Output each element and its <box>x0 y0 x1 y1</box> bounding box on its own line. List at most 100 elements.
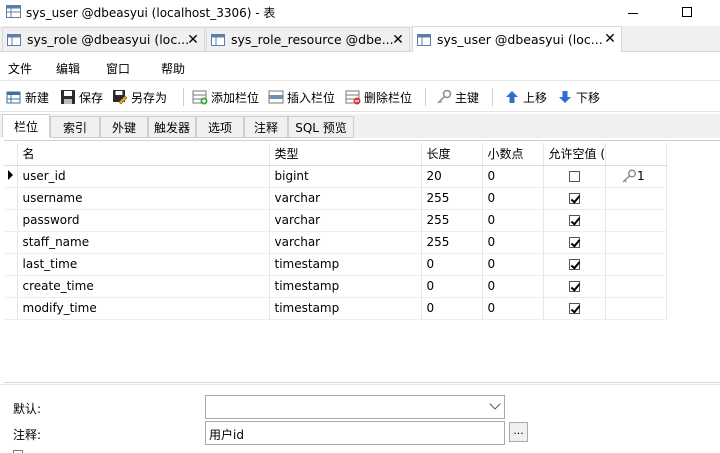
table-header-row: 名 类型 长度 小数点 允许空值 ( <box>4 143 667 166</box>
new-button[interactable]: 新建 <box>6 86 49 108</box>
current-row-arrow-icon <box>7 170 13 180</box>
field-length-cell[interactable]: 0 <box>421 253 483 276</box>
nullable-checkbox[interactable] <box>568 237 580 248</box>
field-decimals-cell[interactable]: 0 <box>482 253 544 276</box>
field-nullable-cell[interactable] <box>543 165 606 188</box>
chevron-down-icon[interactable] <box>489 398 501 410</box>
move-up-button[interactable]: 上移 <box>504 86 547 108</box>
tab-sql-preview[interactable]: SQL 预览 <box>288 116 354 138</box>
close-icon[interactable]: ✕ <box>603 31 617 47</box>
table-row[interactable]: user_id bigint 20 0 1 <box>4 165 667 188</box>
tab-triggers[interactable]: 触发器 <box>148 116 196 138</box>
table-icon <box>7 33 21 46</box>
toolbar-separator <box>183 88 184 106</box>
field-decimals-cell[interactable]: 0 <box>482 187 544 210</box>
field-length-cell[interactable]: 20 <box>421 165 483 188</box>
maximize-button[interactable] <box>664 0 710 24</box>
save-as-button[interactable]: 另存为 <box>112 86 167 108</box>
delete-field-button[interactable]: 删除栏位 <box>345 86 412 108</box>
table-row[interactable]: modify_time timestamp 0 0 <box>4 297 667 320</box>
field-type-cell[interactable]: timestamp <box>269 253 422 276</box>
column-header-decimals[interactable]: 小数点 <box>482 143 544 166</box>
field-type-cell[interactable]: timestamp <box>269 275 422 298</box>
field-length-cell[interactable]: 0 <box>421 297 483 320</box>
field-nullable-cell[interactable] <box>543 297 606 320</box>
menu-file[interactable]: 文件 <box>8 60 32 77</box>
save-label: 保存 <box>79 90 104 105</box>
field-decimals-cell[interactable]: 0 <box>482 297 544 320</box>
comment-browse-button[interactable]: ... <box>509 422 528 442</box>
row-marker <box>4 209 18 232</box>
field-length-cell[interactable]: 0 <box>421 275 483 298</box>
field-nullable-cell[interactable] <box>543 231 606 254</box>
tab-comment[interactable]: 注释 <box>244 116 288 138</box>
tab-sys-role-resource[interactable]: sys_role_resource @dbe... ✕ <box>206 27 410 51</box>
table-row[interactable]: username varchar 255 0 <box>4 187 667 210</box>
field-type-cell[interactable]: varchar <box>269 187 422 210</box>
field-decimals-cell[interactable]: 0 <box>482 231 544 254</box>
insert-field-button[interactable]: 插入栏位 <box>268 86 335 108</box>
column-header-length[interactable]: 长度 <box>421 143 483 166</box>
arrow-down-icon <box>559 91 571 103</box>
comment-input[interactable]: 用户id <box>205 421 505 445</box>
nullable-checkbox[interactable] <box>568 281 580 292</box>
field-name-cell[interactable]: password <box>17 209 270 232</box>
tab-sys-user[interactable]: sys_user @dbeasyui (loc... ✕ <box>412 26 622 52</box>
minimize-button[interactable] <box>610 0 656 24</box>
table-row[interactable]: last_time timestamp 0 0 <box>4 253 667 276</box>
default-value-select[interactable] <box>205 395 505 419</box>
field-nullable-cell[interactable] <box>543 253 606 276</box>
tab-label: sys_role_resource @dbe... <box>231 32 394 47</box>
tab-sys-role[interactable]: sys_role @dbeasyui (loc... ✕ <box>2 27 205 51</box>
menu-edit[interactable]: 编辑 <box>56 60 80 77</box>
menu-help[interactable]: 帮助 <box>161 60 185 77</box>
table-row[interactable]: password varchar 255 0 <box>4 209 667 232</box>
field-decimals-cell[interactable]: 0 <box>482 275 544 298</box>
fields-grid: 名 类型 长度 小数点 允许空值 ( user_id bigint 20 0 1 <box>4 140 720 383</box>
column-header-nullable[interactable]: 允许空值 ( <box>543 143 606 166</box>
tab-label: sys_user @dbeasyui (loc... <box>437 32 603 47</box>
nullable-checkbox[interactable] <box>568 215 580 226</box>
field-name-cell[interactable]: username <box>17 187 270 210</box>
field-type-cell[interactable]: bigint <box>269 165 422 188</box>
save-button[interactable]: 保存 <box>60 86 103 108</box>
nullable-checkbox[interactable] <box>568 303 580 314</box>
table-row[interactable]: staff_name varchar 255 0 <box>4 231 667 254</box>
field-type-cell[interactable]: varchar <box>269 231 422 254</box>
field-name-cell[interactable]: modify_time <box>17 297 270 320</box>
field-length-cell[interactable]: 255 <box>421 231 483 254</box>
field-name-cell[interactable]: last_time <box>17 253 270 276</box>
nullable-checkbox[interactable] <box>568 171 580 182</box>
save-as-icon <box>113 90 128 105</box>
field-decimals-cell[interactable]: 0 <box>482 165 544 188</box>
field-type-cell[interactable]: timestamp <box>269 297 422 320</box>
field-key-cell <box>605 209 667 232</box>
column-header-type[interactable]: 类型 <box>269 143 422 166</box>
nullable-checkbox[interactable] <box>568 259 580 270</box>
tab-options[interactable]: 选项 <box>196 116 244 138</box>
nullable-checkbox[interactable] <box>568 193 580 204</box>
tab-indexes[interactable]: 索引 <box>50 116 100 138</box>
add-field-button[interactable]: 添加栏位 <box>192 86 259 108</box>
field-properties-panel: 默认: 注释: 用户id ... <box>0 384 720 453</box>
menu-window[interactable]: 窗口 <box>106 60 130 77</box>
column-header-key[interactable] <box>605 143 667 166</box>
close-icon[interactable]: ✕ <box>391 32 405 48</box>
primary-key-button[interactable]: 主键 <box>436 86 479 108</box>
tab-fields[interactable]: 栏位 <box>2 114 50 138</box>
field-name-cell[interactable]: user_id <box>17 165 270 188</box>
field-nullable-cell[interactable] <box>543 275 606 298</box>
field-length-cell[interactable]: 255 <box>421 187 483 210</box>
field-decimals-cell[interactable]: 0 <box>482 209 544 232</box>
field-nullable-cell[interactable] <box>543 187 606 210</box>
move-down-button[interactable]: 下移 <box>557 86 600 108</box>
field-nullable-cell[interactable] <box>543 209 606 232</box>
field-length-cell[interactable]: 255 <box>421 209 483 232</box>
field-name-cell[interactable]: staff_name <box>17 231 270 254</box>
tab-foreign-keys[interactable]: 外键 <box>100 116 148 138</box>
column-header-name[interactable]: 名 <box>17 143 270 166</box>
field-type-cell[interactable]: varchar <box>269 209 422 232</box>
close-icon[interactable]: ✕ <box>186 32 200 48</box>
field-name-cell[interactable]: create_time <box>17 275 270 298</box>
table-row[interactable]: create_time timestamp 0 0 <box>4 275 667 298</box>
